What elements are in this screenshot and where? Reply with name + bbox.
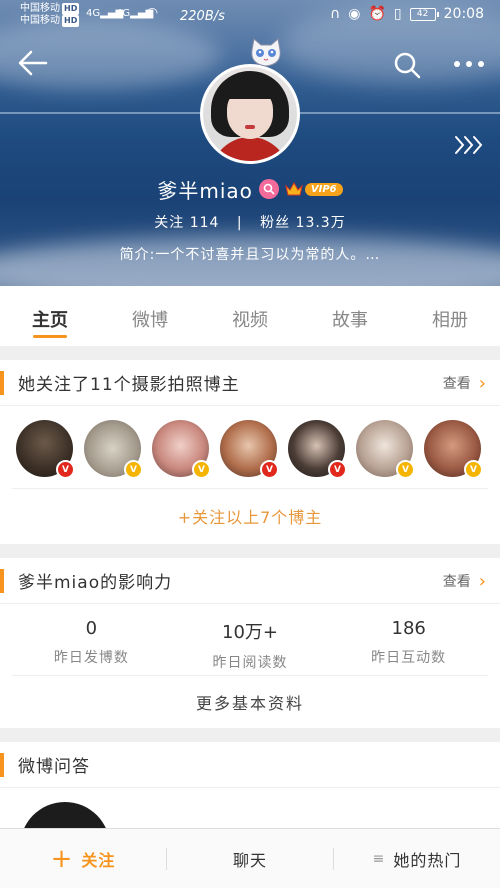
profile-header: 中国移动 HD 中国移动 HD 4G▂▄▆ 4G▂▄▆ ◠ 220B/s ∩ ◉ ⏰… [0,0,500,286]
status-icons: ∩ ◉ ⏰ ▯ 42 20:08 [330,6,484,22]
bottom-action-bar: + 关注 聊天 ≡ 她的热门 [0,828,500,888]
chevron-right-icon[interactable] [452,130,486,160]
follow-label: 关注 [81,850,116,870]
metric-reads: 10万+ 昨日阅读数 [171,604,330,675]
profile-avatar[interactable] [200,64,300,164]
metric-label: 昨日阅读数 [212,655,288,671]
followed-bloggers-card: 她关注了11个摄影拍照博主 查看 › V V V V V V V +关注以上7个博… [0,360,500,544]
username: 爹半miao [157,178,253,203]
follow-button[interactable]: + 关注 [0,843,166,874]
clock: 20:08 [443,6,484,22]
tab-album[interactable]: 相册 [400,286,500,346]
followers-count: 13.3万 [295,215,346,231]
follow-all-button[interactable]: +关注以上7个博主 [12,488,488,542]
influence-metrics: 0 昨日发博数 10万+ 昨日阅读数 186 昨日互动数 [12,604,488,676]
metric-value: 0 [85,618,98,639]
alarm-icon: ⏰ [368,6,386,22]
verified-badge: V [328,460,347,479]
net-speed: 220B/s [180,9,225,24]
verified-badge: V [124,460,143,479]
profile-bio[interactable]: 简介:一个不讨喜并且习以为常的人。… [0,244,500,264]
blogger-avatar[interactable]: V [16,420,75,479]
menu-icon: ≡ [372,850,386,867]
hot-posts-label: 她的热门 [393,850,462,870]
metric-value: 186 [391,618,426,639]
tab-story[interactable]: 故事 [300,286,400,346]
tab-weibo[interactable]: 微博 [100,286,200,346]
verified-badge: V [192,460,211,479]
blogger-avatar[interactable]: V [356,420,415,479]
cat-pendant-icon [251,38,281,67]
headphones-icon: ∩ [330,6,341,22]
metric-value: 10万+ [222,622,278,643]
username-row: 爹半miao VIP6 [0,174,500,204]
search-badge-icon[interactable] [258,179,279,199]
metric-posts: 0 昨日发博数 [12,604,171,675]
view-more-link[interactable]: 查看 › [443,360,486,406]
vip-level: VIP6 [304,182,343,196]
blogger-avatar[interactable]: V [288,420,347,479]
view-more-link[interactable]: 查看 › [443,558,486,604]
blogger-avatar[interactable]: V [424,420,483,479]
vibrate-icon: ▯ [393,6,402,22]
verified-badge: V [464,460,483,479]
carrier-info: 中国移动 HD 中国移动 HD [20,3,80,27]
hot-posts-button[interactable]: ≡ 她的热门 [334,847,500,871]
metric-label: 昨日发博数 [53,650,129,666]
back-icon[interactable] [16,46,50,80]
card-title: 微博问答 [18,757,90,777]
crown-icon [285,181,303,196]
more-basic-info-link[interactable]: 更多基本资料 [0,676,500,728]
more-icon[interactable] [452,52,486,76]
stats-divider: | [236,215,243,231]
chat-button[interactable]: 聊天 [167,847,333,871]
chevron-right-icon: › [478,372,486,394]
card-header[interactable]: 微博问答 [0,742,500,788]
following-count: 114 [189,215,220,231]
following-stat[interactable]: 关注 114 [154,215,219,231]
tab-home[interactable]: 主页 [0,286,100,346]
verified-badge: V [56,460,75,479]
avatar [203,67,297,161]
accent-bar [0,371,4,395]
wifi-icon: ◠ [146,5,159,21]
influence-card: 爹半miao的影响力 查看 › 0 昨日发博数 10万+ 昨日阅读数 186 昨日… [0,558,500,728]
verified-badge: V [260,460,279,479]
blogger-avatar[interactable]: V [84,420,143,479]
blogger-avatar[interactable]: V [152,420,211,479]
verified-badge: V [396,460,415,479]
accent-bar [0,753,4,777]
metric-interactions: 186 昨日互动数 [329,604,488,675]
card-title: 爹半miao的影响力 [18,573,173,593]
tab-video[interactable]: 视频 [200,286,300,346]
hd-badge: HD [62,15,80,27]
chevron-right-icon: › [478,570,486,592]
vip-badge[interactable]: VIP6 [285,181,343,197]
followers-stat[interactable]: 粉丝 13.3万 [260,215,346,231]
blogger-avatar-list: V V V V V V V [0,406,500,488]
battery-icon: 42 [409,7,439,21]
card-header[interactable]: 她关注了11个摄影拍照博主 查看 › [0,360,500,406]
hd-badge: HD [62,3,80,15]
search-icon[interactable] [392,50,422,80]
accent-bar [0,569,4,593]
blogger-avatar[interactable]: V [220,420,279,479]
eye-icon: ◉ [348,6,361,22]
card-header[interactable]: 爹半miao的影响力 查看 › [0,558,500,604]
stats-row: 关注 114 | 粉丝 13.3万 [0,212,500,232]
carrier-2: 中国移动 [20,15,60,26]
plus-icon: + [50,843,74,874]
profile-tabs: 主页 微博 视频 故事 相册 [0,286,500,346]
metric-label: 昨日互动数 [371,650,447,666]
carrier-1: 中国移动 [20,3,60,14]
chat-label: 聊天 [232,850,267,870]
status-bar: 中国移动 HD 中国移动 HD 4G▂▄▆ 4G▂▄▆ ◠ 220B/s ∩ ◉ ⏰… [0,0,500,34]
card-title: 她关注了11个摄影拍照博主 [18,375,240,395]
